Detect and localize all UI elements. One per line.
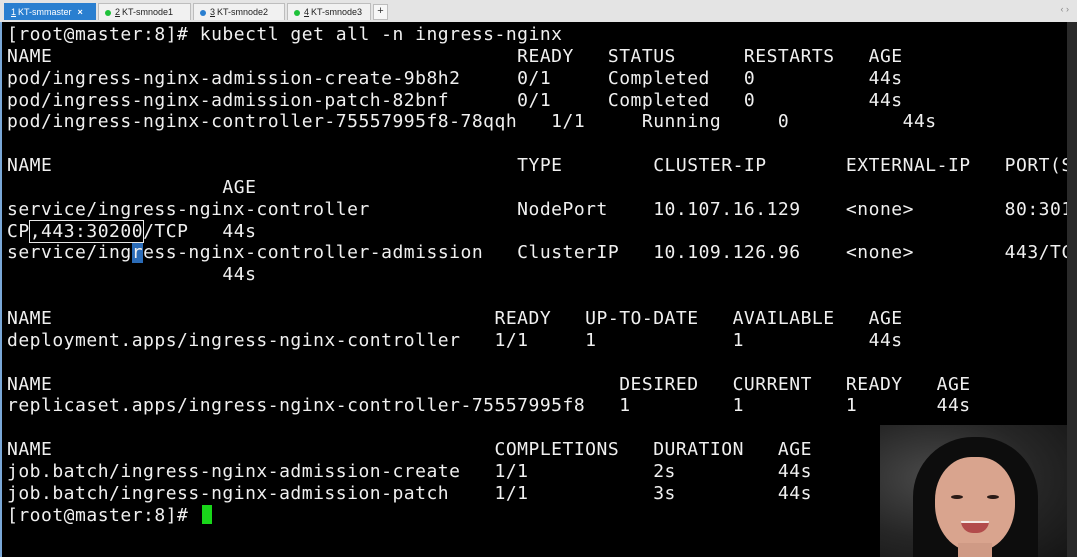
terminal-line: replicaset.apps/ingress-nginx-controller… <box>7 395 971 417</box>
tab-number: 3 <box>210 7 216 17</box>
tab-label: KT-smmaster <box>18 7 72 17</box>
tab-number: 4 <box>304 7 310 17</box>
close-icon[interactable]: × <box>78 7 83 17</box>
presenter-smile <box>961 521 989 533</box>
terminal-line: pod/ingress-nginx-controller-75557995f8-… <box>7 111 937 133</box>
terminal-line: NAME READY STATUS RESTARTS AGE <box>7 45 903 67</box>
tab-kt-smnode3[interactable]: 4 KT-smnode3 <box>287 3 371 20</box>
terminal-line: CP,443:30200/TCP 44s <box>7 219 257 243</box>
tab-kt-smnode2[interactable]: 3 KT-smnode2 <box>193 3 285 20</box>
tab-label: KT-smnode2 <box>217 7 269 17</box>
terminal-line: NAME DESIRED CURRENT READY AGE <box>7 373 971 395</box>
terminal-line: [root@master:8]# kubectl get all -n ingr… <box>7 24 563 45</box>
text-selection: ,443:30200 <box>28 219 145 243</box>
presenter-neck <box>958 543 992 557</box>
presenter-eye <box>951 495 963 499</box>
terminal-line: service/ingress-nginx-controller NodePor… <box>7 198 1077 220</box>
tab-number: 1 <box>11 7 17 17</box>
tab-kt-smnode1[interactable]: 2 KT-smnode1 <box>98 3 191 20</box>
session-tab-bar: 1 KT-smmaster × 2 KT-smnode1 3 KT-smnode2 4K… <box>0 0 1077 23</box>
terminal-line: pod/ingress-nginx-admission-create-9b8h2… <box>7 67 903 89</box>
presenter-face <box>935 457 1015 552</box>
tab-label: KT-smnode1 <box>122 7 174 17</box>
info-icon <box>200 9 206 16</box>
text-cursor <box>201 504 212 524</box>
terminal-line: service/ingress-nginx-controller-admissi… <box>7 242 1077 264</box>
tab-kt-smmaster[interactable]: 1 KT-smmaster × <box>4 3 96 20</box>
presenter-eye <box>987 495 999 499</box>
terminal-line: AGE <box>7 176 257 198</box>
status-dot-icon <box>105 9 111 16</box>
terminal-line: 44s <box>7 264 257 286</box>
terminal-line: NAME READY UP-TO-DATE AVAILABLE AGE <box>7 307 903 329</box>
terminal-scrollbar[interactable] <box>1067 22 1077 557</box>
terminal-line: pod/ingress-nginx-admission-patch-82bnf … <box>7 89 903 111</box>
tab-label: KT-smnode3 <box>311 7 363 17</box>
mouse-hover-marker: r <box>131 242 144 264</box>
webcam-overlay <box>880 425 1067 557</box>
shell-prompt: [root@master:8]# <box>7 504 200 526</box>
status-dot-icon <box>294 9 300 16</box>
tab-scroll-arrows-icon[interactable]: ‹ › <box>1061 4 1070 14</box>
terminal-line: NAME TYPE CLUSTER-IP EXTERNAL-IP PORT(S) <box>7 155 1077 177</box>
terminal-line: deployment.apps/ingress-nginx-controller… <box>7 329 903 351</box>
add-tab-button[interactable]: + <box>373 4 388 20</box>
tab-number: 2 <box>115 7 121 17</box>
